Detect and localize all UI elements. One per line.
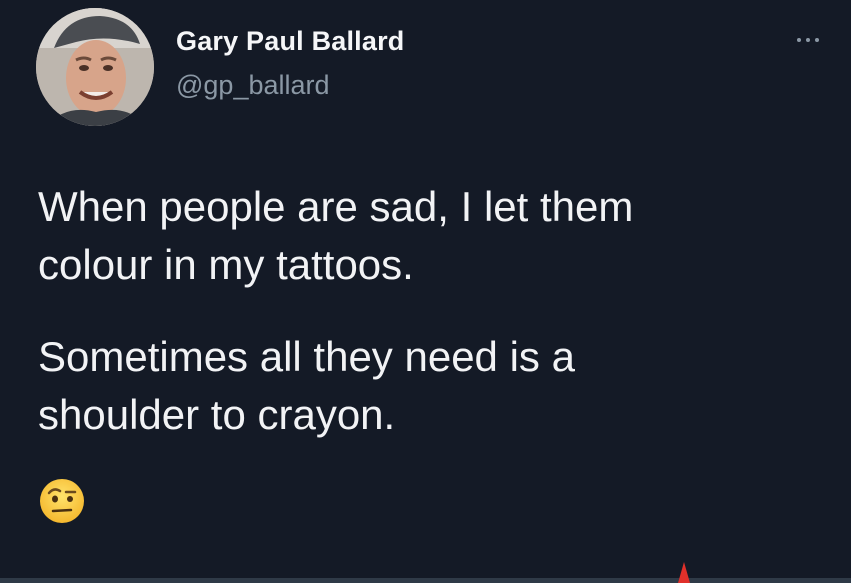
author-name[interactable]: Gary Paul Ballard <box>176 26 405 57</box>
author-handle[interactable]: @gp_ballard <box>176 70 330 101</box>
ellipsis-dot <box>806 38 810 42</box>
avatar[interactable] <box>36 8 154 126</box>
tweet-paragraph-2: Sometimes all they need is a shoulder to… <box>38 333 575 438</box>
tweet-paragraph-1: When people are sad, I let them colour i… <box>38 183 634 288</box>
divider <box>0 578 851 583</box>
tweet-card: Gary Paul Ballard @gp_ballard When peopl… <box>0 0 851 583</box>
ellipsis-dot <box>797 38 801 42</box>
avatar-photo-icon <box>36 8 154 126</box>
more-options-button[interactable] <box>786 28 830 52</box>
red-marker-icon <box>678 562 690 583</box>
ellipsis-dot <box>815 38 819 42</box>
raised-eyebrow-emoji-icon <box>38 477 86 525</box>
